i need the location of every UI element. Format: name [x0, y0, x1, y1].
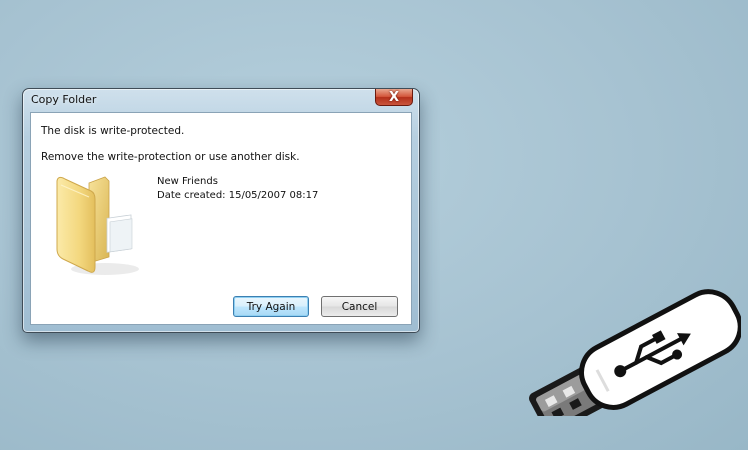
dialog-titlebar[interactable]: Copy Folder X — [23, 89, 419, 111]
copy-folder-dialog: Copy Folder X The disk is write-protecte… — [22, 88, 420, 333]
file-name: New Friends — [157, 176, 218, 187]
usb-drive-icon — [529, 289, 741, 416]
instruction-message: Remove the write-protection or use anoth… — [41, 151, 300, 163]
close-button[interactable]: X — [375, 89, 413, 106]
try-again-button[interactable]: Try Again — [233, 296, 309, 317]
error-message: The disk is write-protected. — [41, 125, 185, 137]
file-date-created: Date created: 15/05/2007 08:17 — [157, 190, 319, 201]
file-details: New Friends Date created: 15/05/2007 08:… — [157, 175, 318, 203]
folder-icon — [56, 176, 139, 275]
dialog-title: Copy Folder — [31, 93, 97, 106]
close-icon: X — [388, 89, 400, 105]
cancel-button[interactable]: Cancel — [321, 296, 398, 317]
dialog-content: The disk is write-protected. Remove the … — [30, 112, 412, 325]
